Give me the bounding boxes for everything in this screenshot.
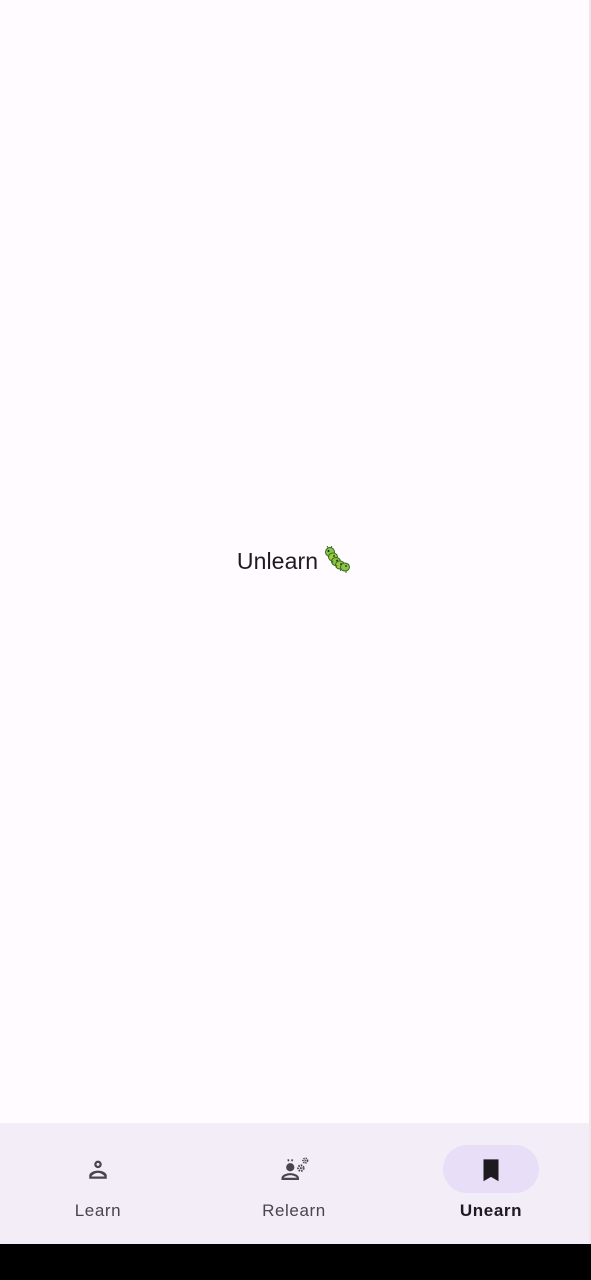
person-outline-icon <box>89 1160 107 1179</box>
system-navigation-bar <box>0 1244 591 1280</box>
nav-item-unearn[interactable]: Unearn <box>393 1123 589 1244</box>
bottom-navigation-bar: Learn Relearn Unearn <box>0 1123 589 1244</box>
nav-label-learn: Learn <box>74 1201 122 1220</box>
center-message-text: Unlearn <box>236 548 319 574</box>
nav-label-unearn: Unearn <box>459 1201 523 1220</box>
center-message: Unlearn <box>0 546 589 575</box>
caterpillar-icon <box>325 546 351 573</box>
nav-item-relearn[interactable]: Relearn <box>196 1123 392 1244</box>
app-screen: Unlearn <box>0 0 589 1244</box>
nav-item-learn[interactable]: Learn <box>0 1123 196 1244</box>
bookmark-icon <box>483 1159 499 1182</box>
person-gears-icon <box>281 1157 309 1180</box>
nav-label-relearn: Relearn <box>262 1201 326 1220</box>
